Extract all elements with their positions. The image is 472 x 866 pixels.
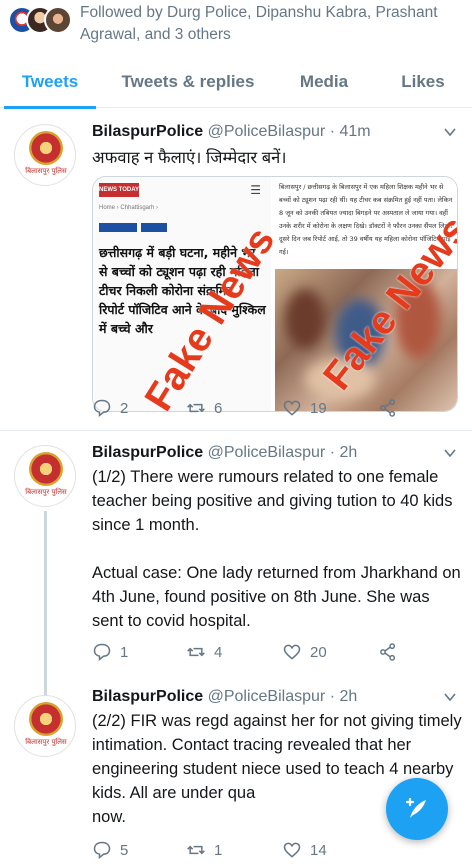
follower-avatars	[8, 6, 74, 36]
tweet-actions: 2 6 19	[92, 396, 452, 420]
breadcrumb: Home › Chhattisgarh ›	[99, 205, 159, 211]
profile-tabs: Tweets Tweets & replies Media Likes	[0, 56, 472, 109]
tweet-media[interactable]: NEWS TODAY ☰ Home › Chhattisgarh › छत्ती…	[92, 176, 458, 412]
reply-button[interactable]: 1	[92, 640, 128, 664]
timestamp[interactable]: · 2h	[330, 688, 358, 705]
reply-icon	[93, 399, 111, 418]
reply-icon	[93, 643, 111, 662]
tweet-text: अफवाह न फैलाएं। जिम्मेदार बनें।	[92, 149, 287, 167]
followed-by-row[interactable]: Followed by Durg Police, Dipanshu Kabra,…	[0, 0, 472, 56]
news-brand-logo: NEWS TODAY	[99, 183, 139, 197]
share-button[interactable]	[378, 640, 406, 664]
heart-icon	[283, 644, 301, 660]
like-count: 19	[310, 399, 327, 417]
like-count: 20	[310, 643, 327, 661]
police-badge-icon	[29, 452, 63, 486]
tab-tweets[interactable]: Tweets	[4, 56, 96, 109]
tab-label: Likes	[401, 72, 445, 91]
reply-button[interactable]: 2	[92, 396, 128, 420]
handle[interactable]: @PoliceBilaspur	[208, 688, 326, 705]
avatar[interactable]: बिलासपुर पुलिस	[14, 695, 76, 757]
avatar[interactable]: बिलासपुर पुलिस	[14, 445, 76, 507]
tweet[interactable]: बिलासपुर पुलिस BilaspurPolice @PoliceBil…	[0, 108, 472, 430]
retweet-icon	[187, 647, 205, 657]
category-tag	[99, 223, 137, 232]
tweet-actions: 1 4 20	[92, 640, 452, 664]
tab-tweets-replies[interactable]: Tweets & replies	[110, 56, 266, 108]
police-badge-icon	[29, 702, 63, 736]
reply-count: 1	[120, 643, 129, 661]
tweet-header: BilaspurPolice @PoliceBilaspur · 2h	[92, 687, 357, 707]
category-tag	[141, 223, 167, 232]
compose-feather-icon	[405, 797, 426, 818]
avatar[interactable]: बिलासपुर पुलिस	[14, 124, 76, 186]
display-name[interactable]: BilaspurPolice	[92, 444, 203, 461]
retweet-count: 6	[214, 399, 223, 417]
reply-count: 2	[120, 399, 129, 417]
tab-label: Tweets & replies	[121, 72, 255, 91]
handle[interactable]: @PoliceBilaspur	[208, 123, 326, 140]
share-icon	[380, 643, 396, 661]
timestamp[interactable]: · 2h	[330, 444, 358, 461]
menu-icon: ☰	[250, 183, 261, 197]
retweet-button[interactable]: 1	[186, 838, 222, 862]
share-icon	[380, 399, 396, 417]
avatar	[44, 6, 72, 34]
avatar-label: बिलासपुर पुलिस	[25, 738, 67, 746]
retweet-icon	[187, 845, 205, 855]
avatar-label: बिलासपुर पुलिस	[25, 167, 67, 175]
retweet-count: 4	[214, 643, 223, 661]
like-button[interactable]: 14	[282, 838, 327, 862]
tab-label: Tweets	[21, 72, 79, 91]
like-button[interactable]: 20	[282, 640, 327, 664]
retweet-icon	[187, 403, 205, 413]
reply-button[interactable]: 5	[92, 838, 128, 862]
reply-icon	[93, 841, 111, 860]
retweet-button[interactable]: 4	[186, 640, 222, 664]
heart-icon	[283, 842, 301, 858]
tweet-header: BilaspurPolice @PoliceBilaspur · 41m	[92, 122, 371, 142]
reply-count: 5	[120, 841, 129, 859]
chevron-down-icon[interactable]	[444, 126, 456, 138]
like-button[interactable]: 19	[282, 396, 327, 420]
heart-icon	[283, 400, 301, 416]
tweet-header: BilaspurPolice @PoliceBilaspur · 2h	[92, 443, 357, 463]
tweet[interactable]: बिलासपुर पुलिस BilaspurPolice @PoliceBil…	[0, 681, 472, 866]
tab-label: Media	[299, 72, 349, 91]
timestamp[interactable]: · 41m	[330, 123, 371, 140]
display-name[interactable]: BilaspurPolice	[92, 123, 203, 140]
handle[interactable]: @PoliceBilaspur	[208, 444, 326, 461]
display-name[interactable]: BilaspurPolice	[92, 688, 203, 705]
avatar-label: बिलासपुर पुलिस	[25, 488, 67, 496]
followed-by-text: Followed by Durg Police, Dipanshu Kabra,…	[80, 4, 438, 43]
share-button[interactable]	[378, 396, 406, 420]
chevron-down-icon[interactable]	[444, 691, 456, 703]
like-count: 14	[310, 841, 327, 859]
retweet-button[interactable]: 6	[186, 396, 222, 420]
tweet-actions: 5 1 14	[92, 838, 452, 862]
tweet[interactable]: बिलासपुर पुलिस BilaspurPolice @PoliceBil…	[0, 431, 472, 701]
thread-line	[44, 511, 47, 701]
tweet-text: (1/2) There were rumours related to one …	[92, 468, 461, 630]
chevron-down-icon[interactable]	[444, 447, 456, 459]
tab-media[interactable]: Media	[286, 56, 362, 108]
compose-tweet-button[interactable]	[386, 778, 448, 840]
police-badge-icon	[29, 131, 63, 165]
retweet-count: 1	[214, 841, 223, 859]
media-image-left[interactable]: NEWS TODAY ☰ Home › Chhattisgarh › छत्ती…	[93, 177, 283, 411]
media-image-right[interactable]: बिलासपुर / छत्तीसगढ़ के बिलासपुर में एक …	[275, 177, 457, 411]
tab-likes[interactable]: Likes	[388, 56, 458, 108]
